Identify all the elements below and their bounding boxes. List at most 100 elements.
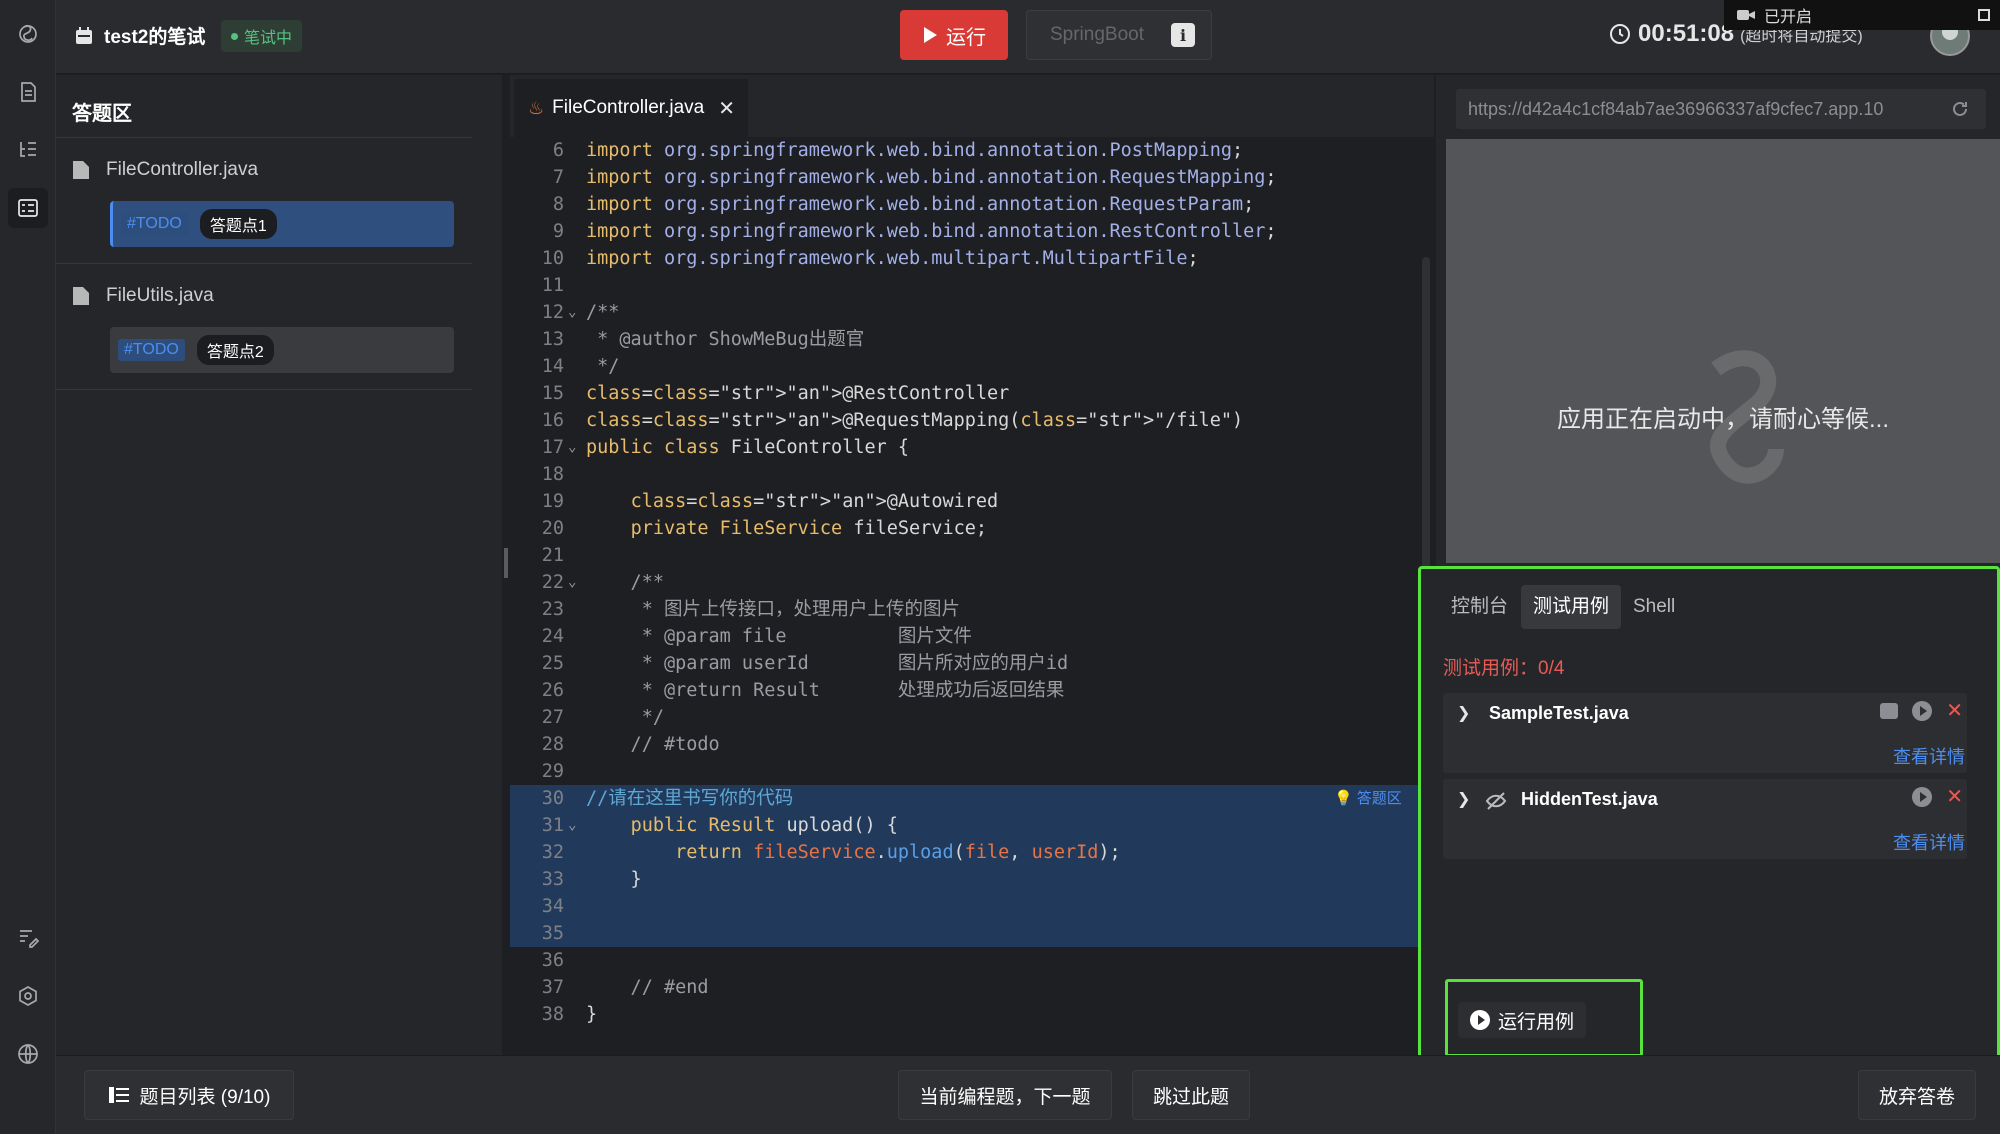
tab-shell[interactable]: Shell [1621, 585, 1687, 629]
file-icon [73, 161, 89, 179]
code-line[interactable]: 14 */ [510, 353, 1420, 380]
line-number: 31 [541, 815, 564, 836]
code-line[interactable]: 18 [510, 461, 1420, 488]
view-details-link[interactable]: 查看详情 [1893, 829, 1965, 855]
code-line[interactable]: 31 ⌄ public Result upload() { [510, 812, 1420, 839]
edit-note-icon[interactable] [8, 918, 48, 958]
reload-icon[interactable] [1950, 99, 1970, 119]
code-line[interactable]: 33 } [510, 866, 1420, 893]
info-icon[interactable]: i [1171, 23, 1195, 47]
code-line[interactable]: 22 ⌄ /** [510, 569, 1420, 596]
test-case-name: HiddenTest.java [1521, 789, 1658, 809]
code-line[interactable]: 35 [510, 920, 1420, 947]
code-line[interactable]: 21 [510, 542, 1420, 569]
record-icon[interactable] [1880, 703, 1899, 719]
view-details-link[interactable]: 查看详情 [1893, 743, 1965, 769]
abandon-exam-button[interactable]: 放弃答卷 [1858, 1070, 1976, 1120]
tab-console[interactable]: 控制台 [1439, 585, 1520, 629]
fold-icon[interactable]: ⌄ [568, 299, 576, 326]
code-line[interactable]: 6 import org.springframework.web.bind.ann… [510, 137, 1420, 164]
answer-point-item[interactable]: #TODO 答题点1 [110, 201, 454, 247]
test-case-item[interactable]: ❯ SampleTest.java ✕ 查看详情 [1443, 693, 1967, 773]
chevron-down-icon[interactable]: ❯ [1457, 703, 1470, 723]
answer-point-label: 答题点1 [199, 209, 277, 239]
code-line[interactable]: 16 class=class="str">"an">@RequestMapping… [510, 407, 1420, 434]
answer-region-label: 答题区 [1356, 790, 1402, 807]
close-icon[interactable]: ✕ [1946, 787, 1963, 807]
play-icon[interactable] [1912, 787, 1933, 807]
code-line[interactable]: 25 * @param userId 图片所对应的用户id [510, 650, 1420, 677]
line-number: 38 [541, 1004, 564, 1025]
code-line[interactable]: 15 class=class="str">"an">@RestController [510, 380, 1420, 407]
code-line[interactable]: 32 return fileService.upload(file, userI… [510, 839, 1420, 866]
settings-hex-icon[interactable] [8, 976, 48, 1016]
code-line[interactable]: 38} [510, 1001, 1420, 1028]
line-number: 7 [552, 167, 564, 188]
line-number: 17 [541, 437, 564, 458]
tab-test-cases[interactable]: 测试用例 [1521, 585, 1622, 629]
line-number: 8 [552, 194, 564, 215]
fold-icon[interactable]: ⌄ [568, 434, 576, 461]
line-number: 22 [541, 572, 564, 593]
code-line[interactable]: 24 * @param file 图片文件 [510, 623, 1420, 650]
code-line[interactable]: 9 import org.springframework.web.bind.ann… [510, 218, 1420, 245]
tree-icon[interactable] [8, 130, 48, 170]
code-area[interactable]: 6 import org.springframework.web.bind.ann… [510, 137, 1420, 1037]
fold-icon[interactable]: ⌄ [568, 812, 576, 839]
test-case-count: 测试用例：0/4 [1443, 658, 1565, 679]
code-text: class=class="str">"an">@Autowired [630, 491, 999, 512]
environment-selector[interactable]: SpringBoot i [1026, 10, 1212, 60]
maximize-icon[interactable] [1978, 9, 1990, 21]
code-line[interactable]: 8 import org.springframework.web.bind.ann… [510, 191, 1420, 218]
code-line[interactable]: 29 [510, 758, 1420, 785]
editor-tab-label: FileController.java [552, 97, 705, 118]
document-icon[interactable] [8, 72, 48, 112]
code-text: import org.springframework.web.bind.anno… [586, 221, 1277, 242]
line-number: 19 [541, 491, 564, 512]
close-icon[interactable]: ✕ [718, 96, 735, 121]
close-icon[interactable]: ✕ [1946, 701, 1963, 721]
question-list-label: 题目列表 (9/10) [139, 1086, 271, 1108]
url-bar[interactable]: https://d42a4c1cf84ab7ae36966337af9cfec7… [1456, 89, 1986, 129]
play-icon[interactable] [1912, 701, 1933, 721]
code-line[interactable]: 20 private FileService fileService; [510, 515, 1420, 542]
code-line[interactable]: 12 ⌄ /** [510, 299, 1420, 326]
answer-point-item[interactable]: #TODO 答题点2 [110, 327, 454, 373]
fold-icon[interactable]: ⌄ [568, 569, 576, 596]
code-line[interactable]: 13 * @author ShowMeBug出题官 [510, 326, 1420, 353]
logo-icon[interactable] [8, 14, 48, 54]
chevron-down-icon[interactable]: ❯ [1457, 789, 1470, 809]
code-line[interactable]: 34 [510, 893, 1420, 920]
code-editor: ♨ FileController.java ✕ 6 import org.spri… [510, 75, 1434, 1055]
editor-tab[interactable]: ♨ FileController.java ✕ [514, 79, 748, 137]
code-line[interactable]: 17 ⌄ public class FileController { [510, 434, 1420, 461]
code-line[interactable]: 19 class=class="str">"an">@Autowired [510, 488, 1420, 515]
panel-resize-handle[interactable] [504, 548, 508, 578]
code-line[interactable]: 36 [510, 947, 1420, 974]
code-line[interactable]: 23 * 图片上传接口，处理用户上传的图片 [510, 596, 1420, 623]
code-line[interactable]: 10 import org.springframework.web.multipa… [510, 245, 1420, 272]
code-line[interactable]: 28 // #todo [510, 731, 1420, 758]
answer-file-item[interactable]: FileUtils.java [72, 271, 488, 321]
answer-region-flag[interactable]: 💡 答题区 [1334, 787, 1402, 808]
code-line[interactable]: 11 [510, 272, 1420, 299]
test-case-item[interactable]: ❯ HiddenTest.java ✕ 查看详情 [1443, 779, 1967, 859]
run-test-cases-button[interactable]: 运行用例 [1458, 1002, 1587, 1038]
code-text: class=class="str">"an">@RequestMapping(c… [586, 410, 1244, 431]
globe-icon[interactable] [8, 1034, 48, 1074]
code-line[interactable]: 27 */ [510, 704, 1420, 731]
eye-off-icon [1485, 792, 1507, 810]
code-text: import org.springframework.web.bind.anno… [586, 194, 1255, 215]
code-line[interactable]: 7 import org.springframework.web.bind.ann… [510, 164, 1420, 191]
code-line[interactable]: 37 // #end [510, 974, 1420, 1001]
checklist-icon[interactable] [8, 188, 48, 228]
code-line[interactable]: 30 //请在这里书写你的代码 [510, 785, 1420, 812]
run-button[interactable]: 运行 [900, 10, 1008, 60]
code-text: //请在这里书写你的代码 [586, 788, 794, 809]
answer-file-item[interactable]: FileController.java [72, 145, 488, 195]
code-line[interactable]: 26 * @return Result 处理成功后返回结果 [510, 677, 1420, 704]
next-question-button[interactable]: 当前编程题，下一题 [898, 1070, 1112, 1120]
status-badge: 笔试中 [221, 20, 303, 52]
question-list-button[interactable]: 题目列表 (9/10) [84, 1070, 294, 1120]
skip-question-button[interactable]: 跳过此题 [1132, 1070, 1250, 1120]
